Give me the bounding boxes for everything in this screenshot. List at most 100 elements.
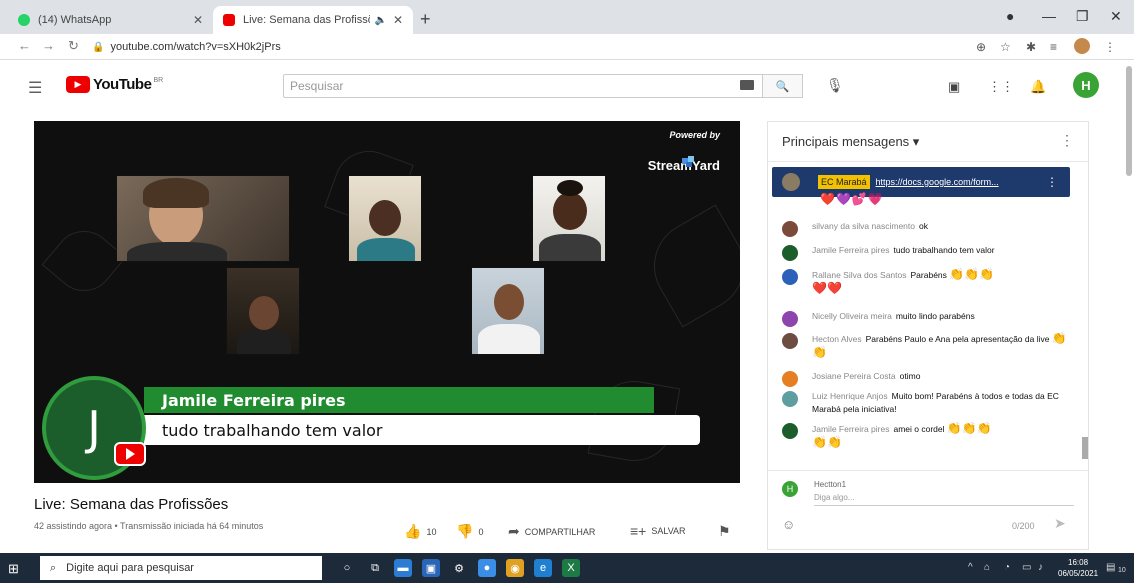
chat-user-avatar: H — [782, 481, 798, 497]
lower-third-message: tudo trabalhando tem valor — [144, 415, 700, 445]
excel-icon[interactable]: X — [562, 559, 580, 577]
new-tab-button[interactable]: + — [420, 9, 431, 30]
apps-grid-icon[interactable]: ⋮⋮ — [988, 79, 1014, 95]
background-leaf-decoration — [637, 204, 740, 328]
browser-menu-icon[interactable]: ⋮ — [1104, 40, 1116, 54]
chat-more-options-icon[interactable]: ⋮ — [1060, 132, 1074, 149]
message-text: otimo — [899, 371, 921, 381]
taskbar-search[interactable]: ⌕ Digite aqui para pesquisar — [40, 556, 322, 580]
report-button[interactable]: ⚑ — [718, 523, 736, 540]
author-name: Jamile Ferreira pires — [812, 245, 890, 255]
wifi-icon[interactable]: ◔ — [1004, 562, 1010, 573]
translate-icon[interactable]: ⊕ — [976, 40, 986, 54]
show-hidden-icons-icon[interactable]: ^ — [968, 562, 973, 573]
close-window-icon[interactable]: ✕ — [1110, 8, 1122, 25]
reload-icon[interactable]: ↻ — [68, 38, 79, 54]
bookmark-star-icon[interactable]: ☆ — [1000, 40, 1011, 54]
save-button[interactable]: ≡+ SALVAR — [630, 523, 686, 539]
tab-title: Live: Semana das Profissõe: — [243, 14, 371, 26]
chat-user-name: Hectton1 — [814, 480, 847, 489]
task-view-icon[interactable]: ⧉ — [366, 559, 384, 577]
maximize-icon[interactable]: ❐ — [1076, 8, 1089, 25]
search-button[interactable]: 🔍 — [763, 74, 803, 98]
chat-message[interactable]: Luiz Henrique Anjos Muito bom! Parabéns à… — [782, 390, 1072, 416]
keyboard-icon[interactable] — [740, 80, 754, 90]
chat-message[interactable]: Rallane Silva dos Santos Parabéns 👏👏👏 ❤️❤️ — [782, 268, 1072, 296]
message-emoji: ❤️❤️ — [812, 281, 842, 295]
settings-gear-icon[interactable]: ⚙ — [450, 559, 468, 577]
like-button[interactable]: 👍 10 — [404, 523, 436, 540]
store-icon[interactable]: ▣ — [422, 559, 440, 577]
back-icon[interactable]: ← — [18, 38, 31, 53]
chat-scrollbar[interactable] — [1082, 437, 1088, 459]
system-clock[interactable]: 16:08 06/05/2021 — [1058, 557, 1098, 579]
participant-camera — [116, 175, 290, 262]
logo-text: YouTube — [93, 76, 152, 93]
author-name: Hecton Alves — [812, 334, 862, 344]
emoji-picker-icon[interactable]: ☺ — [782, 517, 795, 532]
tab-title: (14) WhatsApp — [38, 14, 112, 26]
chat-message[interactable]: Josiane Pereira Costa otimo — [782, 370, 1072, 387]
youtube-logo[interactable]: ▶ YouTube BR — [66, 76, 163, 93]
pinned-message[interactable]: EC Marabá https://docs.google.com/form..… — [772, 167, 1070, 197]
file-explorer-icon[interactable]: ▬ — [394, 559, 412, 577]
windows-start-icon[interactable]: ⊞ — [8, 561, 19, 577]
extensions-puzzle-icon[interactable]: ✱ — [1026, 40, 1036, 54]
chat-message[interactable]: Jamile Ferreira pires amei o cordel 👏👏👏 👏👏 — [782, 422, 1072, 450]
speaker-icon[interactable]: 🔈 — [374, 15, 386, 26]
extension-icon[interactable]: ● — [1006, 8, 1014, 24]
message-text: amei o cordel — [893, 424, 945, 434]
share-button[interactable]: ➦ COMPARTILHAR — [508, 523, 595, 540]
chat-message-input[interactable]: Diga algo... — [814, 493, 1074, 506]
message-emoji: 👏👏 — [812, 435, 842, 449]
like-count: 10 — [426, 526, 437, 537]
url-field[interactable]: 🔒 youtube.com/watch?v=sXH0k2jPrs — [92, 37, 952, 57]
video-player[interactable]: Powered by StreamYard Jamile Ferreira pi… — [34, 121, 740, 483]
user-avatar[interactable]: H — [1073, 72, 1099, 98]
network-icon[interactable]: ⌂ — [984, 562, 990, 573]
character-counter: 0/200 — [1012, 521, 1035, 531]
video-meta: 42 assistindo agora • Transmissão inicia… — [34, 521, 264, 531]
notifications-bell-icon[interactable]: 🔔 — [1030, 79, 1046, 95]
app-icon[interactable]: ● — [478, 559, 496, 577]
address-bar: ← → ↻ 🔒 youtube.com/watch?v=sXH0k2jPrs ⊕… — [0, 34, 1134, 60]
screen: (14) WhatsApp ✕ Live: Semana das Profiss… — [0, 0, 1134, 583]
streamyard-logo-icon — [682, 156, 694, 167]
menu-icon[interactable]: ☰ — [28, 78, 42, 98]
lower-third-name: Jamile Ferreira pires — [144, 387, 654, 413]
whatsapp-icon — [18, 14, 30, 26]
close-tab-icon[interactable]: ✕ — [193, 13, 203, 27]
forward-icon[interactable]: → — [42, 38, 55, 53]
chat-message[interactable]: Nicelly Oliveira meira muito lindo parabé… — [782, 310, 1072, 327]
pinned-more-icon[interactable]: ⋮ — [1046, 175, 1058, 189]
create-video-icon[interactable]: ▣ — [948, 79, 960, 95]
notifications-icon[interactable]: ▤ — [1106, 562, 1115, 573]
author-avatar — [782, 333, 798, 349]
search-input[interactable]: Pesquisar — [283, 74, 763, 98]
dislike-button[interactable]: 👎 0 — [456, 523, 483, 540]
video-title: Live: Semana das Profissões — [34, 496, 229, 513]
chat-mode-dropdown[interactable]: Principais mensagens ▾ — [782, 134, 919, 149]
edge-icon[interactable]: e — [534, 559, 552, 577]
reading-list-icon[interactable]: ≡ — [1050, 40, 1057, 54]
minimize-icon[interactable]: — — [1042, 8, 1056, 24]
cortana-icon[interactable]: ○ — [338, 559, 356, 577]
chrome-icon[interactable]: ◉ — [506, 559, 524, 577]
microphone-icon[interactable]: 🎙 — [826, 77, 844, 94]
chat-message[interactable]: Jamile Ferreira pires tudo trabalhando te… — [782, 244, 1072, 261]
tab-whatsapp[interactable]: (14) WhatsApp ✕ — [8, 6, 213, 34]
message-text: muito lindo parabéns — [895, 311, 975, 321]
author-name: Luiz Henrique Anjos — [812, 391, 888, 401]
close-tab-icon[interactable]: ✕ — [393, 13, 403, 27]
pinned-link[interactable]: https://docs.google.com/form... — [876, 177, 999, 187]
chat-message[interactable]: Hecton Alves Parabéns Paulo e Ana pela ap… — [782, 332, 1072, 360]
chat-message[interactable]: silvany da silva nascimento ok — [782, 220, 1072, 237]
profile-avatar[interactable] — [1074, 38, 1090, 54]
volume-icon[interactable]: ♪ — [1038, 562, 1043, 573]
message-text: Parabéns — [910, 270, 947, 280]
battery-icon[interactable]: ▭ — [1022, 562, 1031, 573]
send-icon[interactable]: ➤ — [1054, 515, 1066, 532]
author-name: Nicelly Oliveira meira — [812, 311, 892, 321]
tab-youtube[interactable]: Live: Semana das Profissõe: 🔈 ✕ — [213, 6, 413, 34]
page-scrollbar[interactable] — [1126, 66, 1132, 176]
